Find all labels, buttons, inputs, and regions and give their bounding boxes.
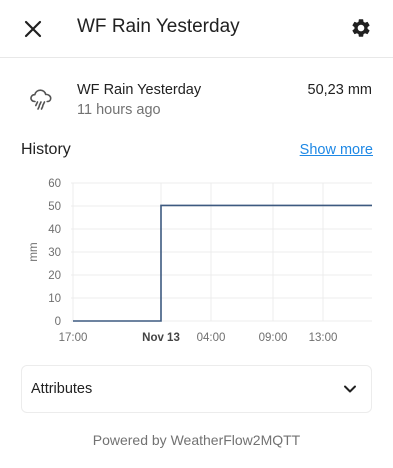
- y-tick-label: 10: [48, 293, 61, 305]
- entity-row: WF Rain Yesterday 11 hours ago 50,23 mm: [0, 76, 393, 122]
- x-tick-label: 13:00: [309, 332, 338, 344]
- series-line: [73, 204, 372, 322]
- history-heading: History: [21, 141, 71, 158]
- history-chart: 0 10 20 30 40 50 60 17:00 Nov 13 04:00 09:00 13:00 m…: [0, 170, 393, 352]
- y-tick-label: 30: [48, 247, 61, 259]
- entity-state-value: 50,23 mm: [307, 82, 372, 98]
- entity-last-changed: 11 hours ago: [77, 102, 161, 118]
- x-tick-label: 17:00: [59, 332, 88, 344]
- dialog-title: WF Rain Yesterday: [77, 16, 240, 37]
- y-tick-label: 0: [55, 316, 61, 328]
- weather-rainy-icon: [30, 89, 52, 110]
- chevron-down-icon: [344, 385, 356, 393]
- attributes-label: Attributes: [31, 381, 93, 397]
- show-more-link[interactable]: Show more: [300, 142, 373, 158]
- settings-button[interactable]: [344, 11, 378, 45]
- x-tick-label: 09:00: [259, 332, 288, 344]
- history-chart-svg: 0 10 20 30 40 50 60 17:00 Nov 13 04:00 09:00 13:00 m…: [28, 178, 373, 344]
- x-tick-label: 04:00: [197, 332, 226, 344]
- gear-icon: [352, 19, 370, 37]
- x-tick-label: Nov 13: [142, 332, 180, 344]
- more-info-dialog: WF Rain Yesterday WF Rain Yesterday 11 h…: [0, 0, 393, 468]
- close-button[interactable]: [16, 12, 50, 46]
- y-tick-label: 40: [48, 224, 61, 236]
- y-tick-label: 20: [48, 270, 61, 282]
- y-tick-label: 50: [48, 201, 61, 213]
- y-tick-label: 60: [48, 178, 61, 190]
- dialog-header: WF Rain Yesterday: [0, 0, 393, 58]
- entity-name: WF Rain Yesterday: [77, 82, 202, 98]
- attributes-expander[interactable]: Attributes: [21, 365, 372, 413]
- footer-attribution: Powered by WeatherFlow2MQTT: [92, 432, 301, 448]
- y-axis-label: mm: [28, 242, 40, 261]
- close-icon: [24, 20, 42, 38]
